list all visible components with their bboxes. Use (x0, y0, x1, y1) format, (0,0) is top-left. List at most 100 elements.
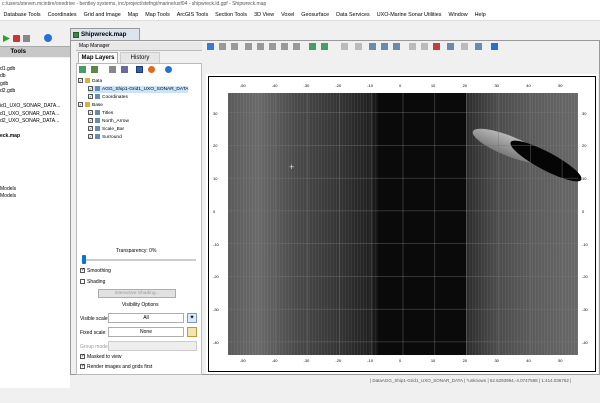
forward-icon[interactable] (355, 43, 362, 50)
shading-checkbox[interactable] (80, 279, 85, 284)
interactive-shading-button[interactable]: Interactive Shading... (98, 289, 176, 298)
rotate-icon[interactable] (257, 43, 264, 50)
stop-icon[interactable] (13, 35, 20, 42)
help-icon[interactable] (165, 66, 172, 73)
menu-item-6[interactable]: Section Tools (212, 12, 251, 18)
list-item[interactable] (0, 126, 70, 134)
menu-item-4[interactable]: Map Tools (142, 12, 173, 18)
layer-visibility-checkbox[interactable]: ✓ (88, 86, 93, 92)
run-icon[interactable] (3, 35, 10, 42)
list-item[interactable] (0, 58, 70, 66)
pan-icon[interactable] (219, 43, 226, 50)
select-icon[interactable] (207, 43, 214, 50)
table-icon[interactable] (461, 43, 468, 50)
list-item[interactable]: Models (0, 186, 70, 194)
layer-visibility-checkbox[interactable]: ✓ (78, 78, 83, 84)
tools-tab[interactable]: Tools (0, 46, 70, 57)
menu-item-10[interactable]: Data Services (333, 12, 374, 18)
grid-icon[interactable] (109, 66, 116, 73)
menu-item-9[interactable]: Geosurface (298, 12, 333, 18)
list-item[interactable]: gdb (0, 81, 70, 89)
help-icon[interactable] (44, 34, 52, 42)
layer-tree-item[interactable]: ✓ Coordinates (88, 94, 128, 101)
layer-tree-item[interactable]: ✓ Base (78, 102, 103, 109)
layer-tree-item[interactable]: ✓ Scale_Bar (88, 126, 124, 133)
menu-item-7[interactable]: 3D View (251, 12, 278, 18)
palette-icon[interactable] (121, 66, 128, 73)
add-layer-icon[interactable] (79, 66, 86, 73)
layer-icon[interactable] (309, 43, 316, 50)
menu-item-12[interactable]: Window (445, 12, 471, 18)
list-item[interactable] (0, 156, 70, 164)
pause-icon[interactable] (23, 35, 30, 42)
transparency-slider[interactable] (82, 259, 196, 261)
list-item[interactable] (0, 178, 70, 186)
group-mode-select[interactable] (108, 341, 197, 351)
menu-item-0[interactable]: Database Tools (0, 12, 44, 18)
menu-item-1[interactable]: Coordinates (44, 12, 80, 18)
group-icon[interactable] (91, 66, 98, 73)
export-icon[interactable] (421, 43, 428, 50)
help-icon[interactable] (491, 43, 498, 50)
layer-tree-item[interactable]: ✓ Titles (88, 110, 113, 117)
list-item[interactable]: d2_UXO_SONAR_DATA... (0, 118, 70, 126)
layer-visibility-checkbox[interactable]: ✓ (88, 118, 93, 124)
list-item[interactable] (0, 141, 70, 149)
list-item[interactable]: Models (0, 193, 70, 201)
list-item[interactable]: id1_UXO_SONAR_DATA... (0, 103, 70, 111)
list-item[interactable]: d1.gdb (0, 66, 70, 74)
map-view[interactable]: + -50 -50 -40 -40 -30 -30 -20 -20 -10 -10 0 0 10 10 20… (206, 74, 598, 374)
tab-map-layers[interactable]: Map Layers (78, 52, 118, 63)
visible-scale-field[interactable]: All (108, 313, 184, 323)
print-icon[interactable] (409, 43, 416, 50)
layer-visibility-checkbox[interactable]: ✓ (88, 94, 93, 100)
list-item[interactable]: d2.gdb (0, 88, 70, 96)
render-first-checkbox[interactable] (80, 363, 85, 369)
layer-visibility-checkbox[interactable]: ✓ (88, 110, 93, 116)
fit-icon[interactable] (369, 43, 376, 50)
menu-item-2[interactable]: Grid and Image (80, 12, 124, 18)
smoothing-checkbox[interactable] (80, 267, 85, 273)
properties-icon[interactable] (136, 66, 143, 73)
tab-history[interactable]: History (120, 52, 160, 63)
list-item[interactable] (0, 163, 70, 171)
image-icon[interactable] (475, 43, 482, 50)
back-icon[interactable] (341, 43, 348, 50)
menu-item-11[interactable]: UXO-Marine Sonar Utilities (373, 12, 445, 18)
color-icon[interactable] (148, 66, 155, 73)
menu-item-8[interactable]: Voxel (278, 12, 298, 18)
refresh-icon[interactable] (293, 43, 300, 50)
map-icon[interactable] (321, 43, 328, 50)
list-item[interactable]: d1_UXO_SONAR_DATA... (0, 111, 70, 119)
masked-to-view-checkbox[interactable] (80, 353, 85, 359)
layer-tree-item[interactable]: ✓ Surround (88, 134, 122, 141)
tab-shipwreck-map[interactable]: Shipwreck.map (70, 28, 140, 40)
fixed-scale-lock-icon[interactable] (187, 327, 197, 337)
layer-tree-item[interactable]: ✓ Data (78, 78, 102, 85)
frame-icon[interactable] (381, 43, 388, 50)
zoom-in-icon[interactable] (269, 43, 276, 50)
list-item[interactable] (0, 148, 70, 156)
zoom-out-icon[interactable] (281, 43, 288, 50)
grid-icon[interactable] (447, 43, 454, 50)
view-icon[interactable] (393, 43, 400, 50)
list-item[interactable]: eck.map (0, 133, 70, 141)
hand-icon[interactable] (245, 43, 252, 50)
menu-item-13[interactable]: Help (471, 12, 489, 18)
transparency-slider-thumb[interactable] (82, 255, 86, 264)
visible-scale-picker-icon[interactable]: ✦ (187, 313, 197, 323)
layer-tree-item[interactable]: ✓ AGG_Ship1-Grid1_UXO_SONAR_DATA (88, 86, 189, 93)
menu-item-5[interactable]: ArcGIS Tools (173, 12, 211, 18)
tick-label-top: 50 (558, 83, 563, 88)
layer-tree-item[interactable]: ✓ North_Arrow (88, 118, 129, 125)
layer-visibility-checkbox[interactable]: ✓ (88, 134, 93, 140)
settings-icon[interactable] (433, 43, 440, 50)
zoom-icon[interactable] (231, 43, 238, 50)
menu-item-3[interactable]: Map (124, 12, 142, 18)
list-item[interactable] (0, 171, 70, 179)
layer-visibility-checkbox[interactable]: ✓ (78, 102, 83, 108)
layer-visibility-checkbox[interactable]: ✓ (88, 126, 93, 132)
list-item[interactable]: db (0, 73, 70, 81)
list-item[interactable] (0, 96, 70, 104)
fixed-scale-field[interactable]: None (108, 327, 184, 337)
